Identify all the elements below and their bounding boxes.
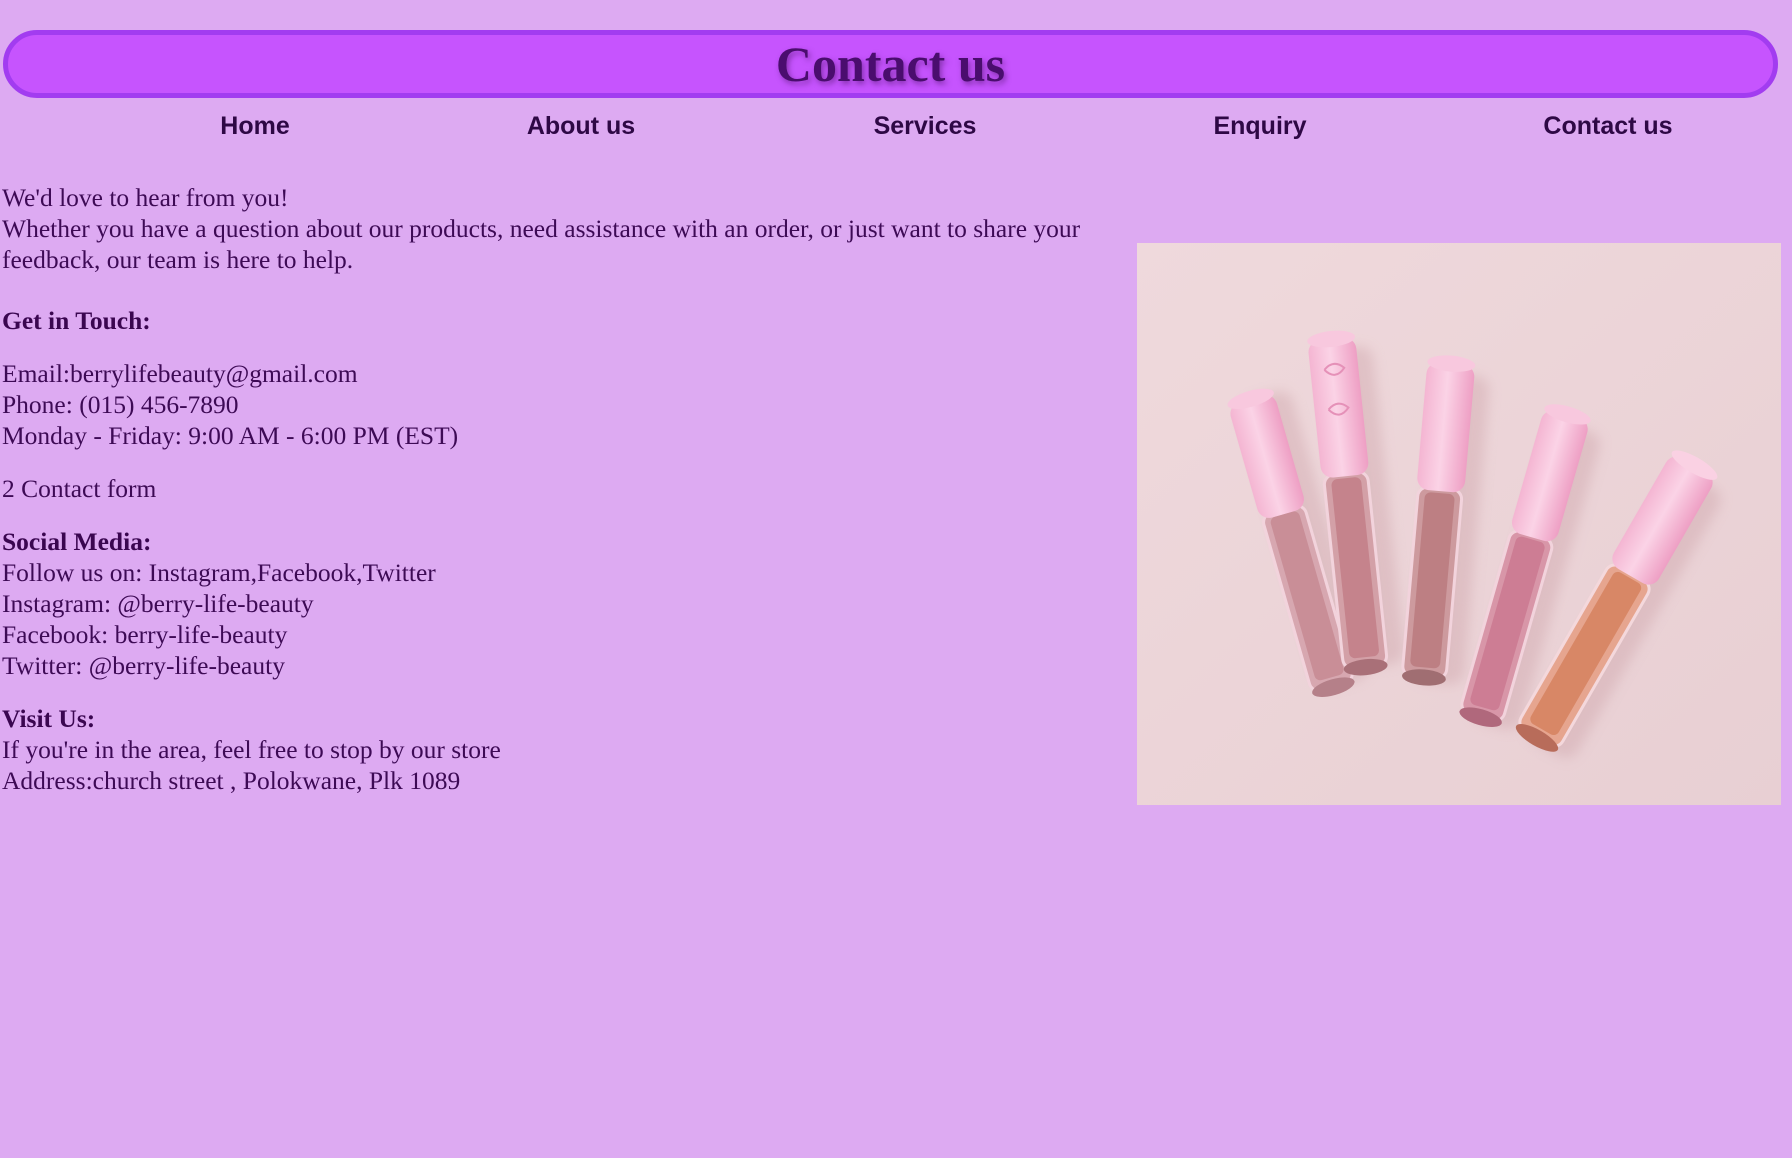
social-instagram: Instagram: @berry-life-beauty [2,589,314,618]
nav-link-about-us[interactable]: About us [527,112,635,141]
nav-link-enquiry[interactable]: Enquiry [1213,112,1306,141]
social-facebook: Facebook: berry-life-beauty [2,620,288,649]
social-follow: Follow us on: Instagram,Facebook,Twitter [2,558,436,587]
social-twitter: Twitter: @berry-life-beauty [2,651,285,680]
main-nav: Home About us Services Enquiry Contact u… [0,112,1792,152]
contact-form-label: 2 Contact form [2,474,157,503]
visit-address: Address:church street , Polokwane, Plk 1… [2,766,461,795]
lip-gloss-product-image [1137,243,1781,805]
nav-link-home[interactable]: Home [220,112,289,141]
nav-link-services[interactable]: Services [874,112,977,141]
contact-phone: Phone: (015) 456-7890 [2,390,239,419]
main-content: We'd love to hear from you! Whether you … [2,182,1132,796]
contact-email: Email:berrylifebeauty@gmail.com [2,359,358,388]
nav-link-contact-us[interactable]: Contact us [1543,112,1672,141]
contact-hours: Monday - Friday: 9:00 AM - 6:00 PM (EST) [2,421,459,450]
page-title: Contact us [775,36,1006,92]
visit-text: If you're in the area, feel free to stop… [2,735,501,764]
header-banner: Contact us [3,30,1778,98]
visit-us-heading: Visit Us: [2,704,96,733]
intro-body: Whether you have a question about our pr… [2,214,1081,274]
intro-greeting: We'd love to hear from you! [2,183,289,212]
get-in-touch-heading: Get in Touch: [2,306,151,335]
social-media-heading: Social Media: [2,527,152,556]
